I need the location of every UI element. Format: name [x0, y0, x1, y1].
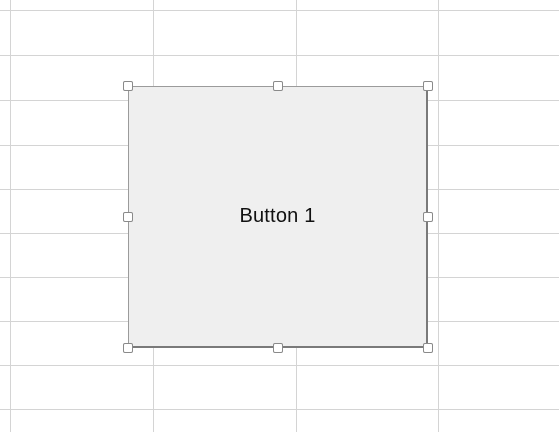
resize-handle-top-middle[interactable]	[273, 81, 283, 91]
resize-handle-top-right[interactable]	[423, 81, 433, 91]
resize-handle-middle-right[interactable]	[423, 212, 433, 222]
column-gridline	[10, 0, 11, 432]
form-control-button[interactable]: Button 1	[128, 86, 428, 348]
resize-handle-middle-left[interactable]	[123, 212, 133, 222]
row-gridline	[0, 409, 559, 410]
spreadsheet-grid[interactable]: Button 1	[0, 0, 559, 432]
row-gridline	[0, 10, 559, 11]
resize-handle-top-left[interactable]	[123, 81, 133, 91]
resize-handle-bottom-right[interactable]	[423, 343, 433, 353]
column-gridline	[438, 0, 439, 432]
resize-handle-bottom-middle[interactable]	[273, 343, 283, 353]
row-gridline	[0, 55, 559, 56]
row-gridline	[0, 365, 559, 366]
button-label: Button 1	[239, 205, 316, 227]
resize-handle-bottom-left[interactable]	[123, 343, 133, 353]
